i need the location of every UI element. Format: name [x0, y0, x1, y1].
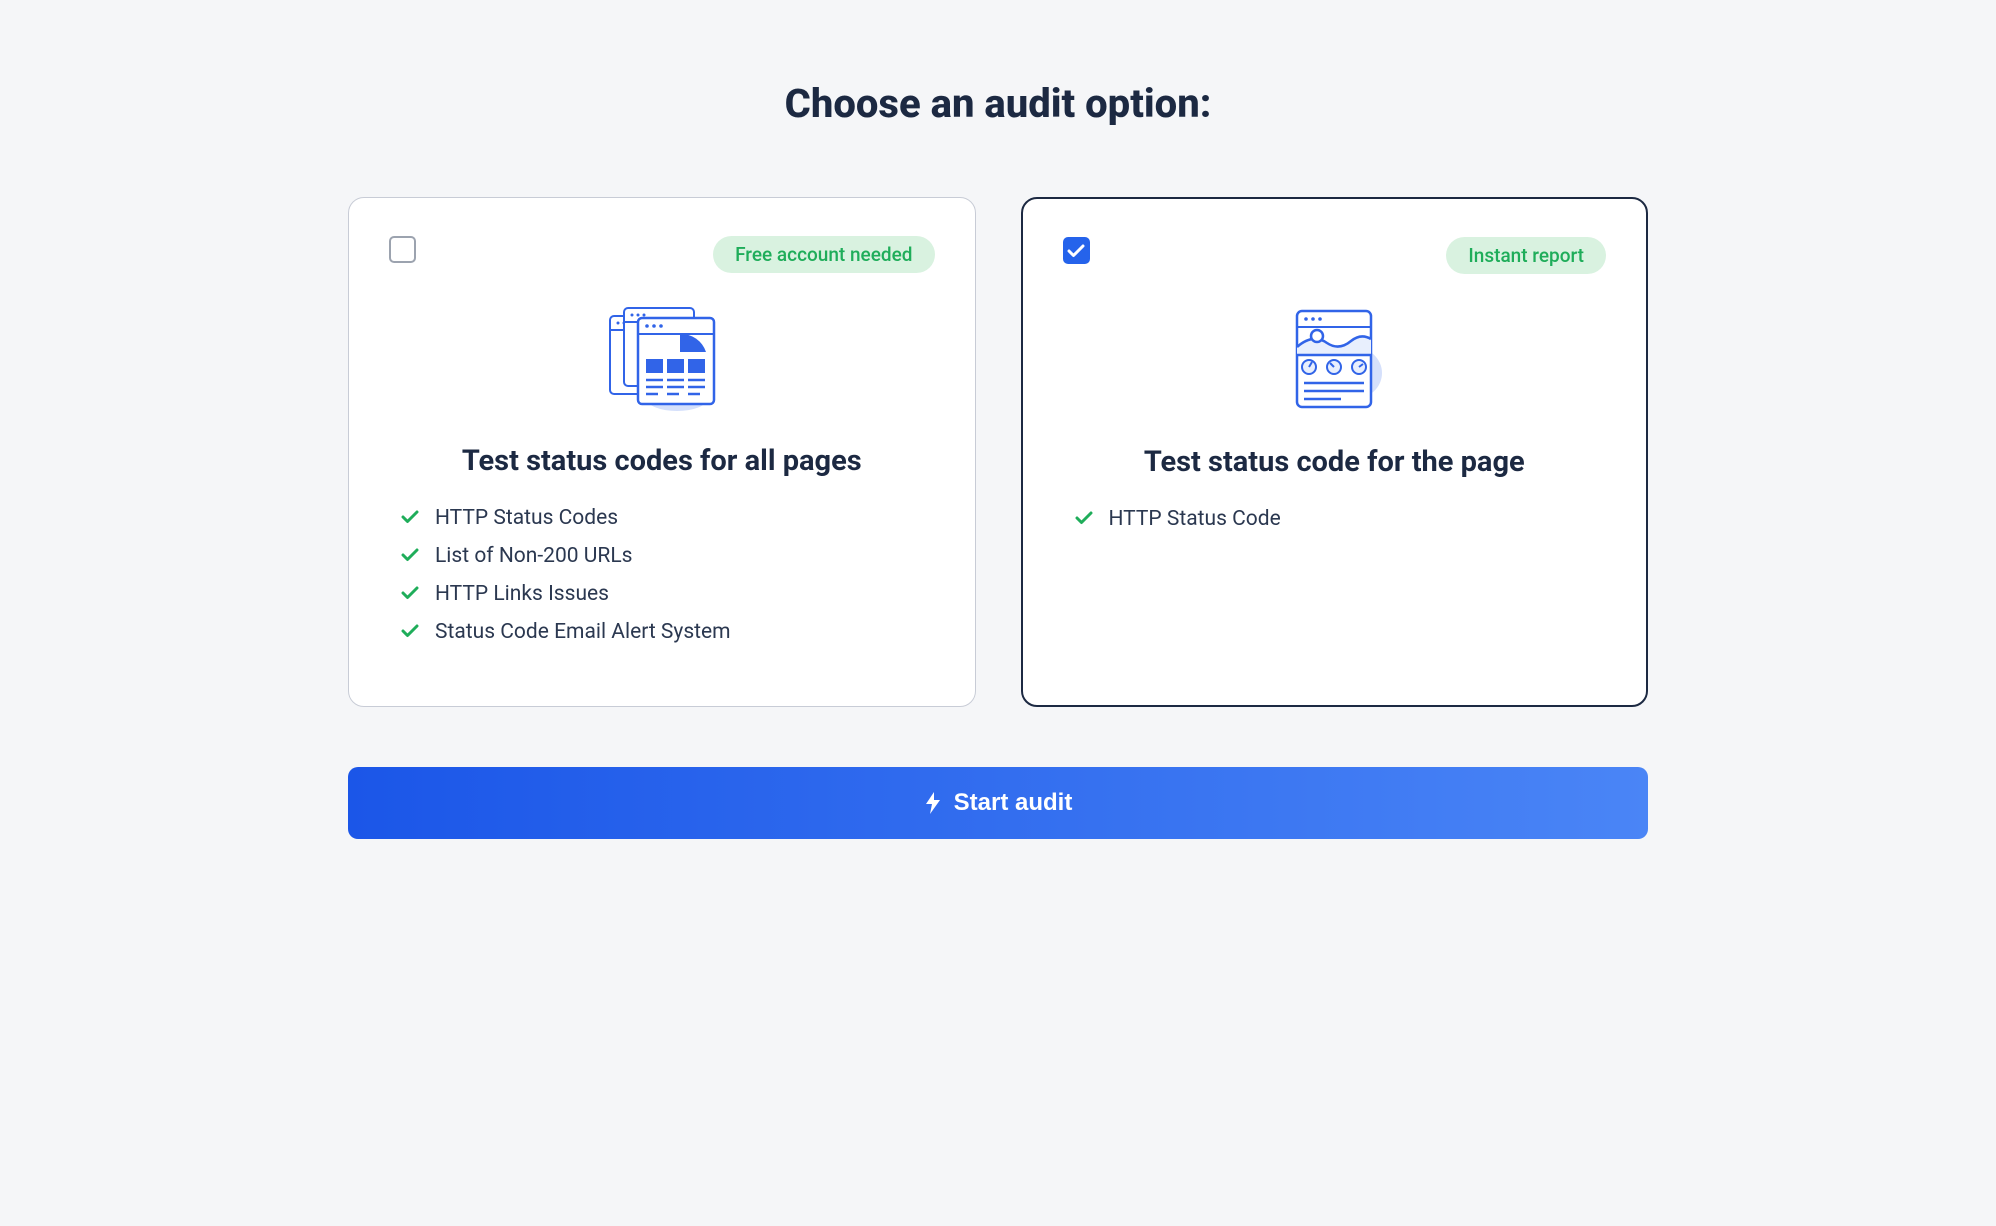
card-header: Free account needed [389, 236, 935, 273]
check-icon [401, 544, 419, 568]
cards-row: Free account needed [348, 197, 1648, 707]
check-icon [401, 620, 419, 644]
feature-item: HTTP Links Issues [401, 582, 935, 606]
feature-label: HTTP Status Code [1109, 507, 1281, 531]
multi-pages-illustration [389, 301, 935, 416]
card-title: Test status codes for all pages [389, 444, 935, 478]
start-audit-button[interactable]: Start audit [348, 767, 1648, 839]
check-icon [1075, 507, 1093, 531]
checkbox-unchecked-icon[interactable] [389, 236, 416, 263]
badge-free-account: Free account needed [713, 236, 934, 273]
checkbox-checked-icon[interactable] [1063, 237, 1090, 264]
feature-label: List of Non-200 URLs [435, 544, 633, 568]
feature-item: HTTP Status Codes [401, 506, 935, 530]
card-title: Test status code for the page [1063, 445, 1607, 479]
feature-list: HTTP Status Code [1063, 507, 1607, 531]
card-header: Instant report [1063, 237, 1607, 274]
feature-label: Status Code Email Alert System [435, 620, 731, 644]
bolt-icon [924, 792, 942, 814]
start-audit-label: Start audit [954, 789, 1073, 817]
feature-item: List of Non-200 URLs [401, 544, 935, 568]
option-card-all-pages[interactable]: Free account needed [348, 197, 976, 707]
main-container: Choose an audit option: Free account nee… [348, 80, 1648, 839]
check-icon [401, 582, 419, 606]
badge-instant-report: Instant report [1446, 237, 1606, 274]
single-page-illustration [1063, 302, 1607, 417]
check-icon [401, 506, 419, 530]
option-card-single-page[interactable]: Instant report [1021, 197, 1649, 707]
feature-label: HTTP Links Issues [435, 582, 609, 606]
feature-label: HTTP Status Codes [435, 506, 618, 530]
page-title: Choose an audit option: [348, 80, 1648, 127]
feature-list: HTTP Status Codes List of Non-200 URLs H… [389, 506, 935, 644]
feature-item: HTTP Status Code [1075, 507, 1607, 531]
feature-item: Status Code Email Alert System [401, 620, 935, 644]
